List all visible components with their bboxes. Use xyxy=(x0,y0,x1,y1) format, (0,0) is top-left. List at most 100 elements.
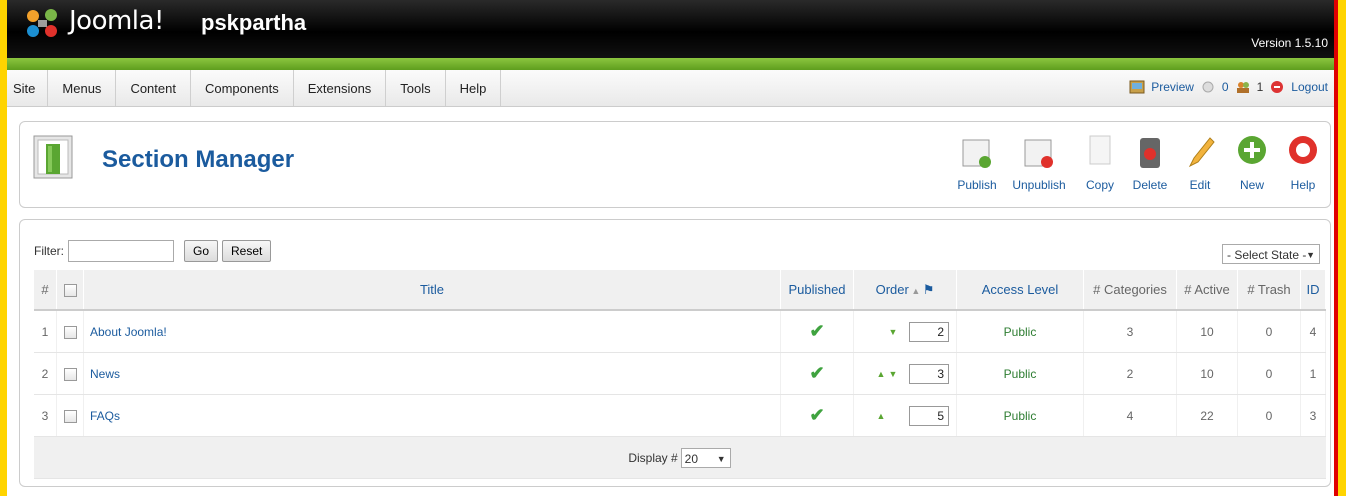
menu-site[interactable]: Site xyxy=(7,70,49,106)
main-menu-bar: Site Menus Content Components Extensions… xyxy=(7,70,1334,107)
sections-list-panel: Filter: Go Reset - Select State - ▼ # Ti… xyxy=(19,219,1331,487)
joomla-logo-icon xyxy=(27,9,57,37)
logout-link[interactable]: Logout xyxy=(1291,80,1328,94)
row-order: ▲▼5 xyxy=(853,394,957,437)
row-active: 10 xyxy=(1176,310,1238,353)
row-access[interactable]: Public xyxy=(956,352,1084,395)
plus-icon xyxy=(1238,136,1266,164)
row-active: 10 xyxy=(1176,352,1238,395)
menu-tools[interactable]: Tools xyxy=(386,70,446,106)
help-button[interactable]: Help xyxy=(1284,132,1322,202)
table-row: 3 FAQs ✔ ▲▼5 Public 4 22 0 3 xyxy=(34,394,1326,437)
messages-icon xyxy=(1202,81,1214,93)
published-check-icon[interactable]: ✔ xyxy=(809,363,824,383)
status-area: Preview 0 1 Logout xyxy=(1129,80,1328,94)
save-order-icon[interactable]: ⚑ xyxy=(923,282,935,297)
table-footer-row: Display # 20 ▼ xyxy=(34,436,1326,479)
select-all-checkbox[interactable] xyxy=(63,284,77,298)
filter-row: Filter: Go Reset xyxy=(34,240,272,262)
go-button[interactable]: Go xyxy=(184,240,219,262)
menu-components[interactable]: Components xyxy=(191,70,294,106)
display-limit-select[interactable]: 20 ▼ xyxy=(680,447,731,468)
row-checkbox[interactable] xyxy=(63,325,77,339)
row-active: 22 xyxy=(1176,394,1238,437)
table-row: 1 About Joomla! ✔ ▼ 2 Public 3 10 0 4 xyxy=(34,310,1326,353)
col-title[interactable]: Title xyxy=(83,270,781,311)
row-categories: 3 xyxy=(1083,310,1177,353)
move-up-icon[interactable]: ▲ xyxy=(875,411,887,421)
row-title-link[interactable]: About Joomla! xyxy=(90,325,167,339)
col-id[interactable]: ID xyxy=(1300,270,1326,311)
move-down-icon[interactable]: ▼ xyxy=(887,327,899,337)
brand-name: Joomla! xyxy=(69,6,164,36)
menu-content[interactable]: Content xyxy=(116,70,191,106)
header-accent-bar xyxy=(7,58,1334,70)
state-select[interactable]: - Select State - ▼ xyxy=(1222,244,1320,264)
order-input[interactable]: 5 xyxy=(909,405,949,426)
move-down-icon[interactable]: ▼ xyxy=(887,369,899,379)
order-input[interactable]: 3 xyxy=(909,363,949,384)
header-bar: Joomla! pskpartha Version 1.5.10 xyxy=(7,0,1334,58)
row-checkbox[interactable] xyxy=(63,409,77,423)
row-published: ✔ xyxy=(780,394,854,437)
unpublish-button[interactable]: Unpublish xyxy=(1008,132,1070,202)
move-up-icon[interactable]: ▲ xyxy=(875,369,887,379)
table-row: 2 News ✔ ▲ ▼ 3 Public 2 10 0 1 xyxy=(34,352,1326,395)
row-access[interactable]: Public xyxy=(956,394,1084,437)
sections-table: # Title Published Order ▲ ⚑ Access Level… xyxy=(34,270,1326,479)
unpublish-icon xyxy=(1024,139,1053,168)
copy-icon xyxy=(1089,135,1111,165)
order-input[interactable]: 2 xyxy=(909,321,949,342)
section-manager-icon xyxy=(33,135,73,179)
col-categories: # Categories xyxy=(1083,270,1177,311)
row-num: 1 xyxy=(34,310,57,353)
pencil-icon xyxy=(1188,137,1215,168)
row-id: 4 xyxy=(1300,310,1326,353)
menu-menus[interactable]: Menus xyxy=(48,70,117,106)
table-header-row: # Title Published Order ▲ ⚑ Access Level… xyxy=(34,270,1326,311)
users-count: 1 xyxy=(1256,80,1264,94)
help-label: Help xyxy=(1290,178,1316,192)
copy-button[interactable]: Copy xyxy=(1082,132,1118,202)
col-select-all xyxy=(56,270,84,311)
row-checkbox[interactable] xyxy=(63,367,77,381)
col-num: # xyxy=(34,270,57,311)
row-title-cell: FAQs xyxy=(83,394,781,437)
publish-button[interactable]: Publish xyxy=(952,132,1002,202)
new-label: New xyxy=(1239,178,1264,192)
col-order[interactable]: Order ▲ ⚑ xyxy=(853,270,957,311)
published-check-icon[interactable]: ✔ xyxy=(809,321,824,341)
preview-link[interactable]: Preview xyxy=(1151,80,1194,94)
pagination-cell: Display # 20 ▼ xyxy=(34,436,1326,479)
col-published[interactable]: Published xyxy=(780,270,854,311)
messages-count[interactable]: 0 xyxy=(1222,80,1229,94)
display-label: Display # xyxy=(628,450,678,465)
row-select xyxy=(56,352,84,395)
trash-icon xyxy=(1140,138,1160,168)
delete-button[interactable]: Delete xyxy=(1128,132,1172,202)
menu-extensions[interactable]: Extensions xyxy=(294,70,387,106)
state-select-value: - Select State - xyxy=(1227,248,1307,262)
filter-label: Filter: xyxy=(34,244,64,258)
row-order: ▲ ▼ 3 xyxy=(853,352,957,395)
row-title-link[interactable]: News xyxy=(90,367,120,381)
edit-button[interactable]: Edit xyxy=(1182,132,1218,202)
col-access[interactable]: Access Level xyxy=(956,270,1084,311)
row-title-link[interactable]: FAQs xyxy=(90,409,120,423)
filter-input[interactable] xyxy=(68,240,174,262)
chevron-down-icon: ▼ xyxy=(1306,250,1315,260)
version-label: Version 1.5.10 xyxy=(1251,36,1328,50)
row-trash: 0 xyxy=(1237,394,1301,437)
published-check-icon[interactable]: ✔ xyxy=(809,405,824,425)
new-button[interactable]: New xyxy=(1234,132,1270,202)
row-select xyxy=(56,394,84,437)
menu-help[interactable]: Help xyxy=(446,70,502,106)
row-select xyxy=(56,310,84,353)
publish-icon xyxy=(962,139,991,168)
row-categories: 2 xyxy=(1083,352,1177,395)
row-access[interactable]: Public xyxy=(956,310,1084,353)
reset-button[interactable]: Reset xyxy=(222,240,272,262)
page-title: Section Manager xyxy=(102,146,295,173)
row-order: ▼ 2 xyxy=(853,310,957,353)
display-limit-value: 20 xyxy=(684,451,699,466)
